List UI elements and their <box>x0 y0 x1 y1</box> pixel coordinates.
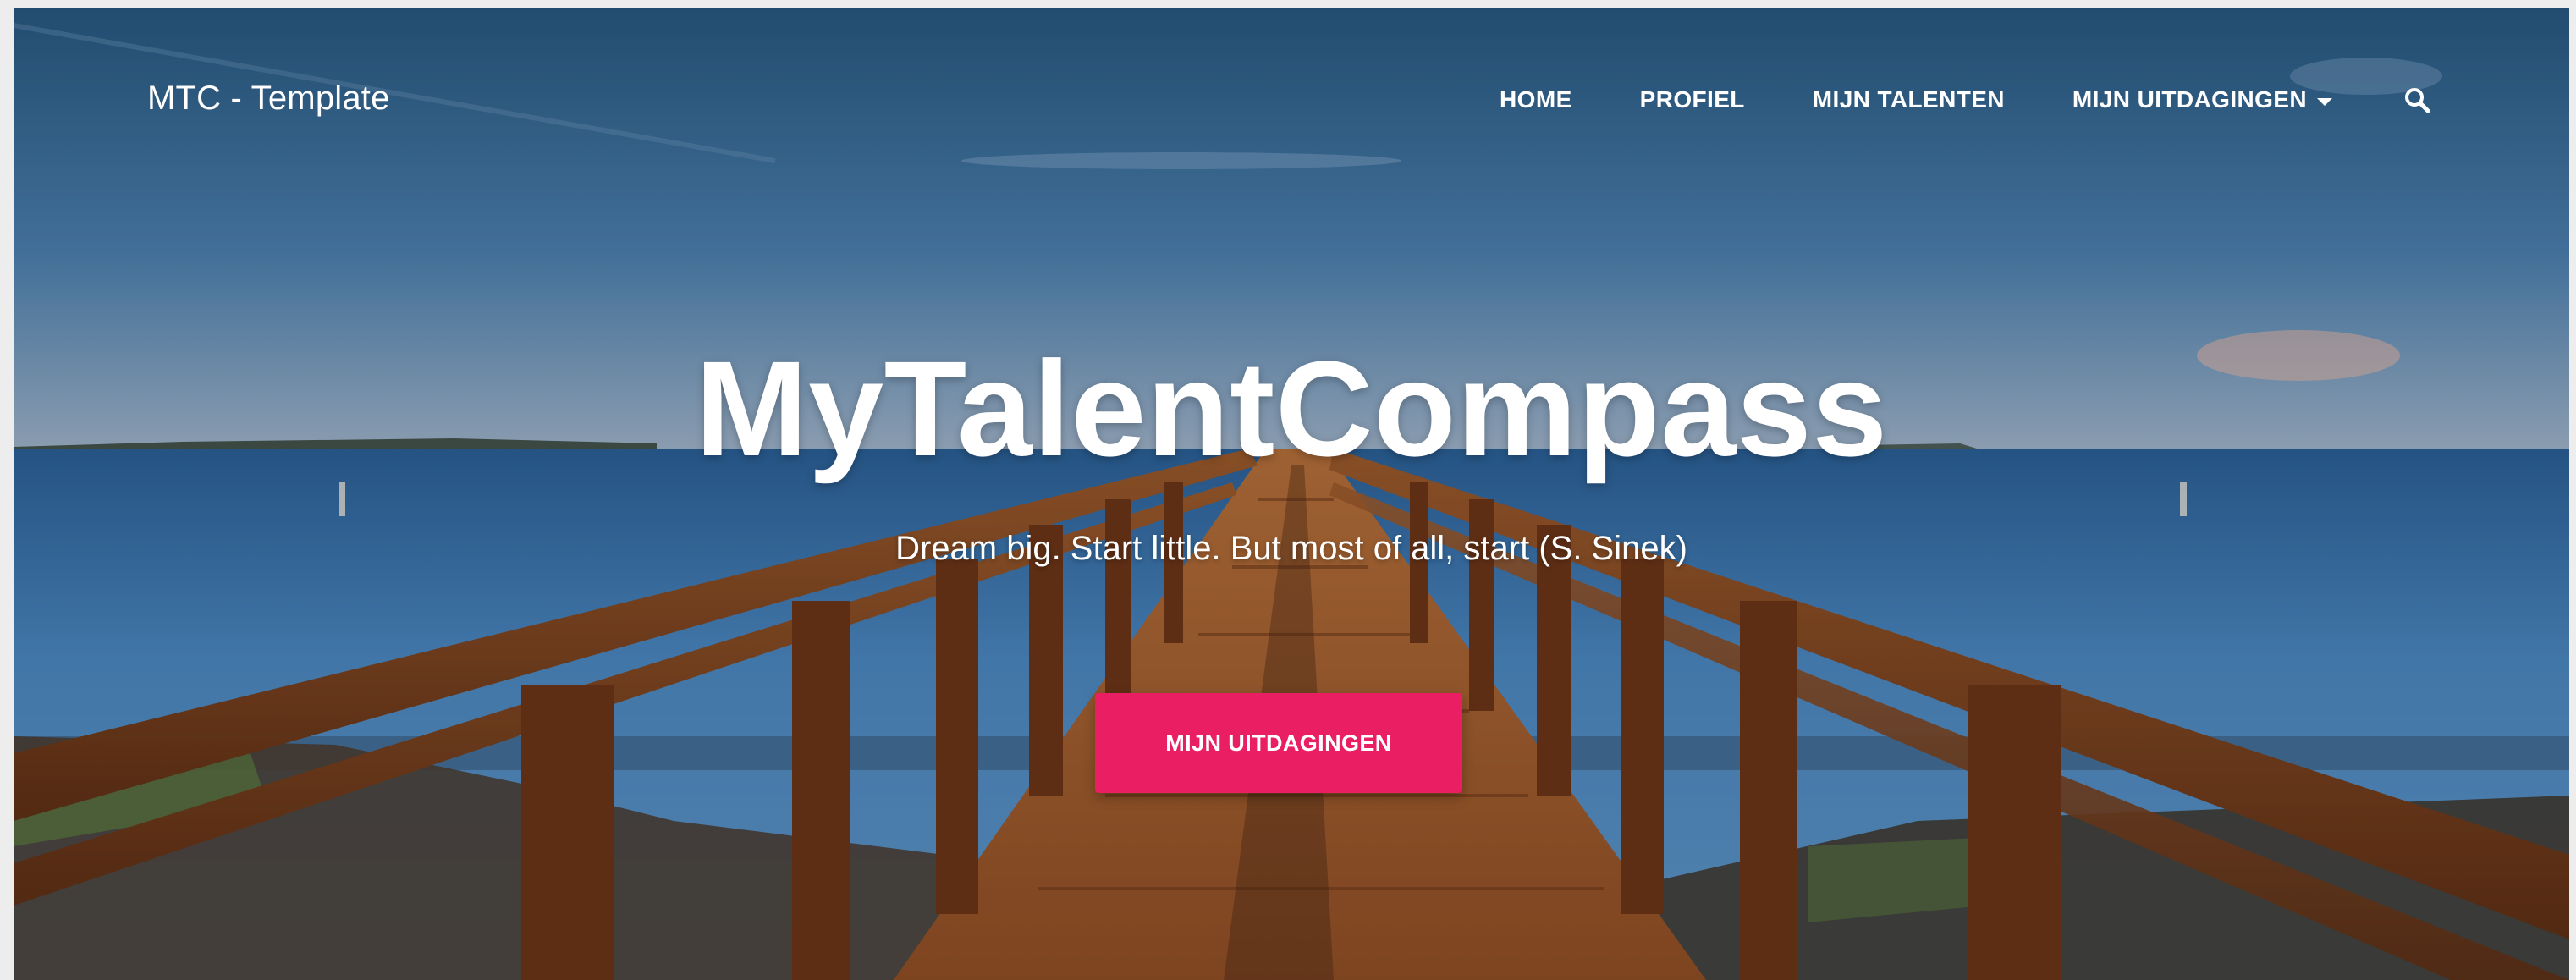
search-button[interactable] <box>2400 83 2434 117</box>
main-navigation: HOME PROFIEL MIJN TALENTEN MIJN UITDAGIN… <box>1500 80 2434 120</box>
hero-title: MyTalentCompass <box>695 333 1888 484</box>
nav-item-mijn-uitdagingen[interactable]: MIJN UITDAGINGEN <box>2072 86 2332 113</box>
nav-item-mijn-uitdagingen-label: MIJN UITDAGINGEN <box>2072 86 2307 113</box>
caret-down-icon <box>2317 97 2332 106</box>
hero-subtitle: Dream big. Start little. But most of all… <box>895 530 1687 567</box>
brand-logo[interactable]: MTC - Template <box>147 76 390 120</box>
cta-button-mijn-uitdagingen[interactable]: MIJN UITDAGINGEN <box>1095 693 1462 793</box>
search-icon <box>2405 88 2430 113</box>
nav-item-home[interactable]: HOME <box>1500 86 1572 113</box>
nav-item-mijn-talenten[interactable]: MIJN TALENTEN <box>1813 86 2005 113</box>
hero-section: MTC - Template HOME PROFIEL MIJN TALENTE… <box>14 8 2569 980</box>
hero-background-image <box>14 8 2569 980</box>
nav-item-profiel[interactable]: PROFIEL <box>1640 86 1745 113</box>
